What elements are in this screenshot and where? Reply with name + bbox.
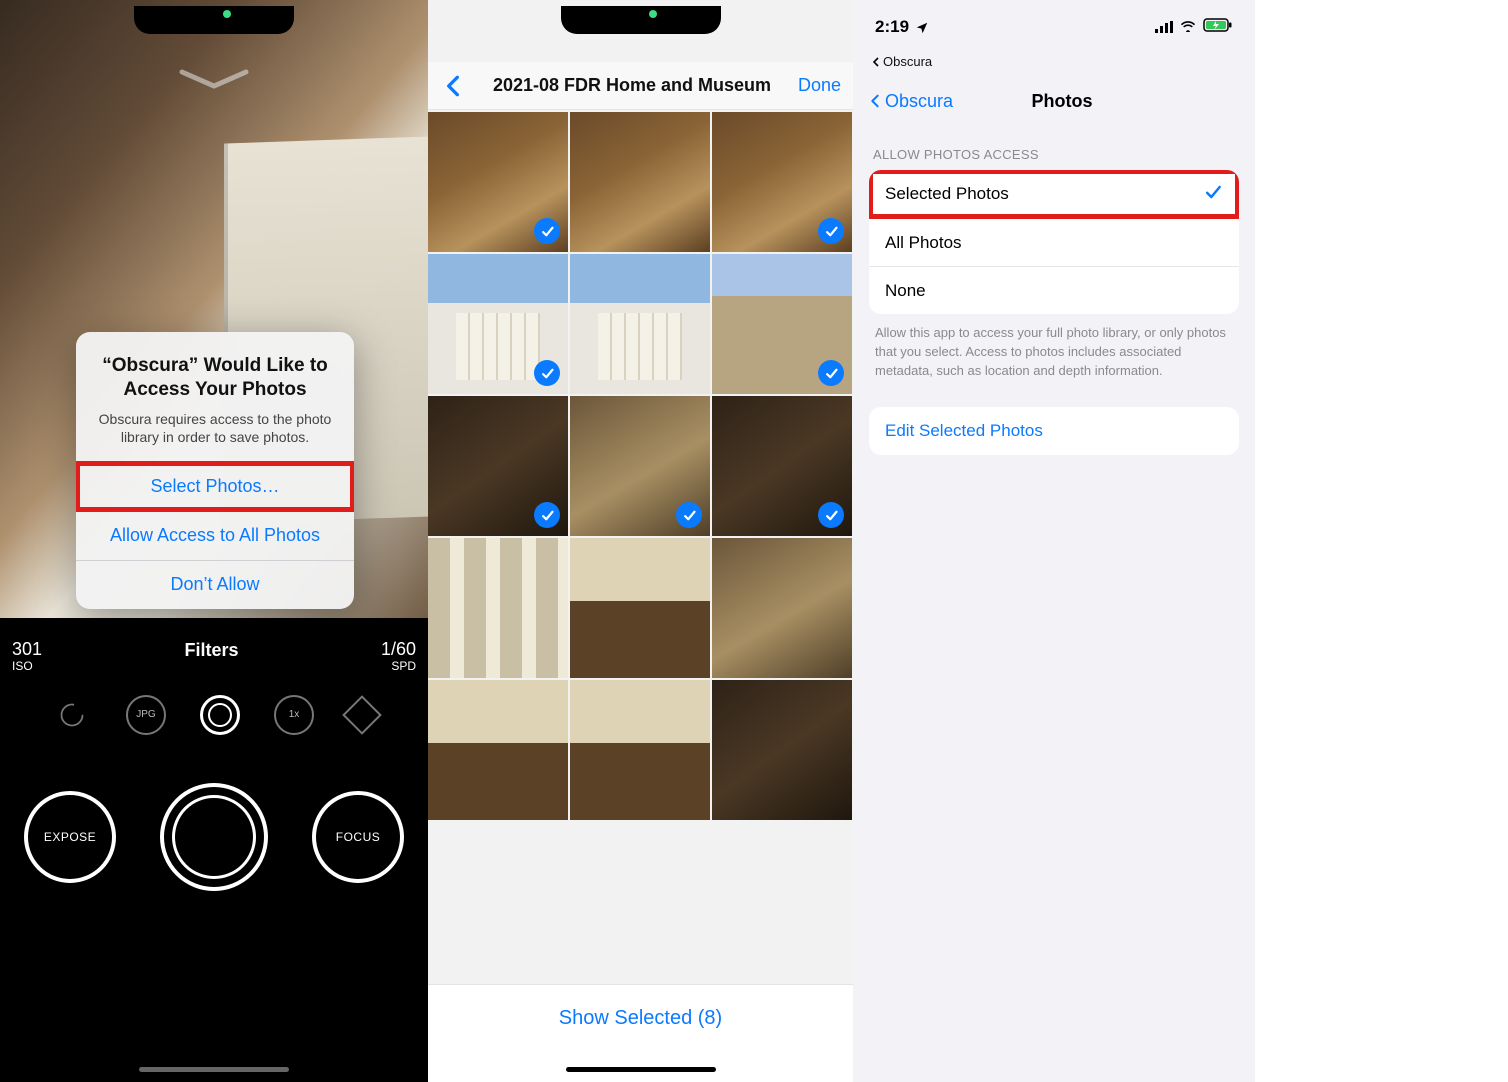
hud-filters-label[interactable]: Filters: [42, 640, 381, 661]
filter-ring-icon[interactable]: [200, 695, 240, 735]
option-none[interactable]: None: [869, 266, 1239, 314]
camera-hud: 301 ISO Filters 1/60 SPD JPG 1x EXPOSE F…: [0, 624, 428, 1082]
zoom-button[interactable]: 1x: [274, 695, 314, 735]
edit-selected-group: Edit Selected Photos: [869, 407, 1239, 455]
status-bar: 2:19: [853, 0, 1255, 54]
timer-icon[interactable]: [52, 695, 92, 735]
picker-footer: Show Selected (8): [428, 984, 853, 1082]
section-header: ALLOW PHOTOS ACCESS: [853, 127, 1255, 170]
grid-icon[interactable]: [342, 695, 382, 735]
focus-button[interactable]: FOCUS: [312, 791, 404, 883]
photo-thumb[interactable]: [428, 396, 568, 536]
camera-active-indicator-icon: [223, 10, 231, 18]
checkmark-icon: [1203, 182, 1223, 207]
alert-subtitle: Obscura requires access to the photo lib…: [94, 410, 336, 446]
photo-thumb[interactable]: [712, 538, 852, 678]
selected-check-icon: [818, 502, 844, 528]
photo-thumb[interactable]: [712, 112, 852, 252]
done-button[interactable]: Done: [798, 75, 841, 96]
picker-navbar: 2021-08 FDR Home and Museum Done: [428, 62, 853, 110]
options-footer-note: Allow this app to access your full photo…: [853, 314, 1255, 381]
photo-thumb[interactable]: [570, 112, 710, 252]
shutter-button[interactable]: [160, 783, 268, 891]
selected-check-icon: [676, 502, 702, 528]
edit-selected-photos-button[interactable]: Edit Selected Photos: [869, 407, 1239, 455]
device-notch: [561, 6, 721, 34]
cell-signal-icon: [1155, 21, 1173, 33]
allow-all-photos-button[interactable]: Allow Access to All Photos: [76, 511, 354, 560]
home-indicator[interactable]: [139, 1067, 289, 1072]
photo-access-options: Selected Photos All Photos None: [869, 170, 1239, 314]
option-selected-photos[interactable]: Selected Photos: [869, 170, 1239, 218]
photo-thumb[interactable]: [712, 396, 852, 536]
photo-grid: [428, 112, 853, 820]
selected-check-icon: [534, 360, 560, 386]
show-selected-button[interactable]: Show Selected (8): [559, 1007, 722, 1030]
status-time: 2:19: [875, 17, 909, 37]
photo-thumb[interactable]: [428, 254, 568, 394]
photo-thumb[interactable]: [570, 254, 710, 394]
selected-check-icon: [818, 218, 844, 244]
photo-thumb[interactable]: [570, 680, 710, 820]
photo-thumb[interactable]: [712, 254, 852, 394]
select-photos-button[interactable]: Select Photos…: [76, 462, 354, 511]
selected-check-icon: [534, 502, 560, 528]
chevron-down-icon[interactable]: [174, 66, 254, 92]
device-notch: [134, 6, 294, 34]
selected-check-icon: [818, 360, 844, 386]
panel-photo-picker: 2021-08 FDR Home and Museum Done Show Se…: [428, 0, 853, 1082]
photo-thumb[interactable]: [570, 538, 710, 678]
photo-access-alert: “Obscura” Would Like to Access Your Phot…: [76, 332, 354, 609]
alert-title: “Obscura” Would Like to Access Your Phot…: [94, 354, 336, 402]
camera-active-indicator-icon: [649, 10, 657, 18]
format-jpg-button[interactable]: JPG: [126, 695, 166, 735]
battery-charging-icon: [1203, 17, 1233, 37]
location-arrow-icon: [915, 20, 929, 34]
wifi-icon: [1179, 17, 1197, 37]
dont-allow-button[interactable]: Don’t Allow: [76, 560, 354, 609]
album-title: 2021-08 FDR Home and Museum: [466, 75, 798, 96]
back-button[interactable]: [440, 73, 466, 99]
breadcrumb-back-to-app[interactable]: Obscura: [853, 54, 1255, 75]
home-indicator[interactable]: [566, 1067, 716, 1072]
panel-settings-photos: 2:19 Obscura Obscura Photos ALLOW PHOT: [853, 0, 1255, 1082]
photo-thumb[interactable]: [712, 680, 852, 820]
page-title: Photos: [883, 91, 1241, 112]
selected-check-icon: [534, 218, 560, 244]
photo-thumb[interactable]: [428, 680, 568, 820]
settings-navbar: Obscura Photos: [853, 75, 1255, 127]
iso-readout: 301 ISO: [12, 640, 42, 673]
shutter-speed-readout: 1/60 SPD: [381, 640, 416, 673]
panel-obscura-camera: “Obscura” Would Like to Access Your Phot…: [0, 0, 428, 1082]
photo-thumb[interactable]: [428, 112, 568, 252]
option-all-photos[interactable]: All Photos: [869, 218, 1239, 266]
photo-thumb[interactable]: [428, 538, 568, 678]
photo-thumb[interactable]: [570, 396, 710, 536]
expose-button[interactable]: EXPOSE: [24, 791, 116, 883]
